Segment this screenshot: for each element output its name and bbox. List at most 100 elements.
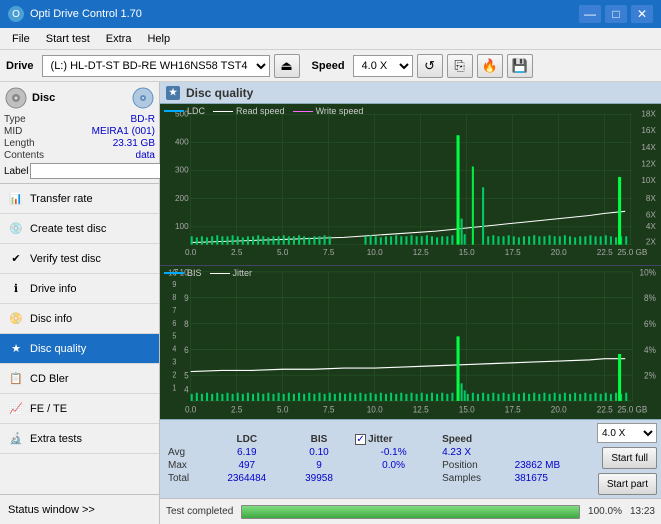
disc-header: Disc: [4, 86, 155, 110]
sidebar-item-disc-info[interactable]: 📀 Disc info: [0, 304, 159, 334]
svg-text:7.5: 7.5: [323, 405, 334, 416]
disc-section: Disc Type BD-R MID MEIRA1 (001) Length 2…: [0, 82, 159, 184]
menu-start-test[interactable]: Start test: [38, 31, 98, 47]
sidebar-item-verify-test-disc[interactable]: ✔ Verify test disc: [0, 244, 159, 274]
menu-file[interactable]: File: [4, 31, 38, 47]
status-window[interactable]: Status window >>: [0, 494, 159, 524]
contents-value: data: [48, 150, 155, 161]
disc-info-grid: Type BD-R MID MEIRA1 (001) Length 23.31 …: [4, 114, 155, 161]
svg-text:12.5: 12.5: [413, 405, 429, 416]
svg-text:10.0: 10.0: [367, 405, 383, 416]
svg-text:12.5: 12.5: [413, 248, 429, 257]
minimize-button[interactable]: —: [579, 5, 601, 23]
refresh-button[interactable]: ↺: [417, 54, 443, 78]
ldc-legend-item: LDC: [164, 106, 205, 116]
avg-row-label: Avg: [164, 446, 207, 459]
right-controls: 4.0 X Start full Start part: [597, 423, 657, 495]
maximize-button[interactable]: □: [605, 5, 627, 23]
ldc-legend-color: [164, 110, 184, 112]
menu-extra[interactable]: Extra: [98, 31, 140, 47]
sidebar-item-verify-test-disc-label: Verify test disc: [30, 253, 101, 265]
sidebar-item-extra-tests[interactable]: 🔬 Extra tests: [0, 424, 159, 454]
burn-button[interactable]: 🔥: [477, 54, 503, 78]
read-speed-legend-label: Read speed: [236, 106, 285, 116]
svg-text:2.5: 2.5: [231, 248, 243, 257]
position-value: 23862 MB: [511, 459, 589, 472]
svg-text:5.0: 5.0: [277, 248, 289, 257]
start-part-button[interactable]: Start part: [598, 473, 657, 495]
svg-text:2%: 2%: [644, 371, 656, 382]
svg-text:2: 2: [172, 370, 176, 380]
drive-select[interactable]: (L:) HL-DT-ST BD-RE WH16NS58 TST4: [42, 55, 270, 77]
save-button[interactable]: 💾: [507, 54, 533, 78]
bis-chart-svg: 10 9 8 7 6 5 4 10 9 8 7 6 5 4 3 2: [160, 266, 661, 419]
svg-text:20.0: 20.0: [551, 248, 567, 257]
progress-bar-fill: [242, 506, 579, 518]
sidebar-item-create-test-disc[interactable]: 💿 Create test disc: [0, 214, 159, 244]
svg-text:25.0 GB: 25.0 GB: [617, 405, 647, 416]
sidebar-item-drive-info-label: Drive info: [30, 283, 76, 295]
progress-text: 100.0%: [588, 506, 622, 517]
svg-text:4: 4: [172, 345, 177, 355]
svg-text:22.5: 22.5: [597, 405, 613, 416]
progress-time: 13:23: [630, 506, 655, 517]
speed-select2[interactable]: 4.0 X: [597, 423, 657, 443]
app-icon: O: [8, 6, 24, 22]
charts-container: LDC Read speed Write speed: [160, 104, 661, 419]
label-row: Label ⚙: [4, 163, 155, 179]
progress-area: Test completed 100.0% 13:23: [160, 498, 661, 524]
drive-info-icon: ℹ: [8, 281, 24, 297]
disc-quality-header: ★ Disc quality: [160, 82, 661, 104]
sidebar-item-disc-quality[interactable]: ★ Disc quality: [0, 334, 159, 364]
avg-bis-value: 0.10: [287, 446, 351, 459]
svg-text:7.5: 7.5: [323, 248, 335, 257]
sidebar-item-transfer-rate[interactable]: 📊 Transfer rate: [0, 184, 159, 214]
svg-text:10.0: 10.0: [367, 248, 383, 257]
disc-quality-title: Disc quality: [186, 86, 253, 100]
svg-text:15.0: 15.0: [459, 248, 475, 257]
jitter-checkbox[interactable]: ✓: [355, 434, 366, 445]
write-speed-legend-label: Write speed: [316, 106, 364, 116]
sidebar-item-drive-info[interactable]: ℹ Drive info: [0, 274, 159, 304]
sidebar-item-cd-bler[interactable]: 📋 CD Bler: [0, 364, 159, 394]
avg-jitter-value: -0.1%: [351, 446, 436, 459]
svg-text:5: 5: [172, 332, 176, 342]
drive-label: Drive: [6, 60, 34, 72]
max-bis-value: 9: [287, 459, 351, 472]
stats-table: LDC BIS ✓ Jitter Speed Avg 6.19 0.10: [164, 433, 589, 485]
svg-text:1: 1: [172, 383, 176, 393]
contents-label: Contents: [4, 150, 44, 161]
sidebar-item-transfer-rate-label: Transfer rate: [30, 193, 93, 205]
disc-info-icon: 📀: [8, 311, 24, 327]
sidebar-item-create-test-disc-label: Create test disc: [30, 223, 106, 235]
sidebar-item-fe-te-label: FE / TE: [30, 403, 67, 415]
speed-label: Speed: [312, 60, 345, 72]
svg-text:8: 8: [184, 319, 189, 330]
start-full-button[interactable]: Start full: [602, 447, 657, 469]
samples-label: Samples: [436, 472, 510, 485]
svg-text:6%: 6%: [644, 319, 656, 330]
svg-text:4: 4: [184, 385, 189, 396]
close-button[interactable]: ✕: [631, 5, 653, 23]
extra-tests-icon: 🔬: [8, 431, 24, 447]
svg-text:5.0: 5.0: [277, 405, 288, 416]
progress-bar-container: [241, 505, 580, 519]
svg-text:8: 8: [172, 293, 176, 303]
svg-text:200: 200: [175, 194, 189, 203]
app-title: Opti Drive Control 1.70: [30, 8, 142, 20]
speed-select[interactable]: 4.0 X: [353, 55, 413, 77]
menu-help[interactable]: Help: [139, 31, 178, 47]
status-window-label: Status window >>: [8, 504, 95, 516]
eject-button[interactable]: ⏏: [274, 54, 300, 78]
svg-text:100: 100: [175, 222, 189, 231]
svg-text:12X: 12X: [641, 159, 656, 168]
svg-text:16X: 16X: [641, 126, 656, 135]
label-input[interactable]: [30, 163, 164, 179]
transfer-rate-icon: 📊: [8, 191, 24, 207]
copy-button[interactable]: ⎘: [447, 54, 473, 78]
svg-text:8X: 8X: [646, 194, 656, 203]
avg-ldc-value: 6.19: [207, 446, 287, 459]
sidebar-item-fe-te[interactable]: 📈 FE / TE: [0, 394, 159, 424]
disc-icon: [4, 86, 28, 110]
svg-text:300: 300: [175, 166, 189, 175]
